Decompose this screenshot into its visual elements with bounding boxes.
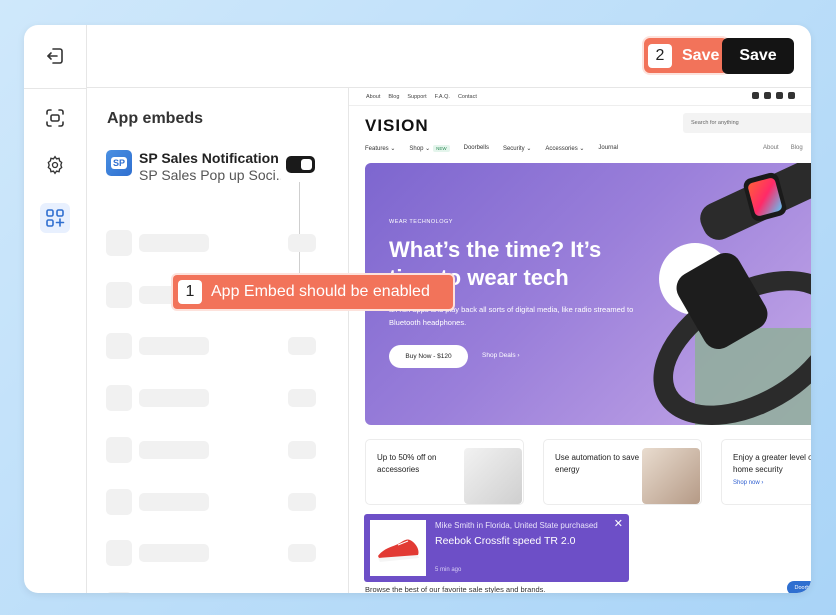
apps-icon[interactable] <box>40 203 70 233</box>
app-frame: 2 Save Save App embeds SP SP Sales Notif… <box>24 25 811 593</box>
nav-item-doorbells[interactable]: Doorbells <box>464 145 489 152</box>
nav-item-blog[interactable]: Blog <box>791 145 803 151</box>
store-nav-right: About Blog <box>763 145 803 151</box>
skeleton-row <box>106 437 316 463</box>
callout-connector <box>299 182 300 274</box>
rail-separator <box>24 88 87 89</box>
buy-now-button[interactable]: Buy Now - $120 <box>389 345 468 368</box>
util-link[interactable]: About <box>366 94 380 100</box>
app-embed-toggle[interactable] <box>286 156 315 173</box>
skeleton-row <box>106 540 316 566</box>
skeleton-row <box>106 592 316 593</box>
gear-icon[interactable] <box>40 150 70 180</box>
utility-links: About Blog Support F.A.Q. Contact <box>366 94 477 100</box>
util-link[interactable]: Blog <box>388 94 399 100</box>
callout-number: 2 <box>648 43 672 68</box>
select-icon[interactable] <box>40 103 70 133</box>
app-subtitle: SP Sales Pop up Soci... <box>139 167 281 183</box>
hero-kicker: WEAR TECHNOLOGY <box>389 219 453 225</box>
util-link[interactable]: Contact <box>458 94 477 100</box>
skeleton-row <box>106 333 316 359</box>
category-pill[interactable]: Doorb <box>787 581 811 593</box>
facebook-icon[interactable] <box>752 92 759 99</box>
exit-icon[interactable] <box>40 41 70 71</box>
nav-item-journal[interactable]: Journal <box>598 145 618 152</box>
shop-deals-link[interactable]: Shop Deals › <box>482 352 520 359</box>
left-rail <box>24 25 87 593</box>
card-text: Use automation to save energy <box>555 453 640 474</box>
utility-bar: About Blog Support F.A.Q. Contact <box>349 88 811 106</box>
util-link[interactable]: Support <box>407 94 426 100</box>
callout-label: Save <box>682 46 720 64</box>
store-search-input[interactable]: Search for anything <box>683 113 811 133</box>
speakers-image <box>464 448 522 504</box>
product-image <box>370 520 426 576</box>
instagram-icon[interactable] <box>776 92 783 99</box>
skeleton-row <box>106 230 316 256</box>
skeleton-row <box>106 489 316 515</box>
new-badge: NEW <box>433 145 450 152</box>
nav-item-shop[interactable]: Shop ⌄ NEW <box>409 145 450 152</box>
promo-card[interactable]: Up to 50% off on accessories <box>365 439 524 505</box>
app-logo-text: SP <box>110 157 127 169</box>
save-button[interactable]: Save <box>722 38 794 74</box>
toast-buyer-text: Mike Smith in Florida, United State purc… <box>435 521 598 530</box>
toggle-knob <box>301 159 312 170</box>
app-name: SP Sales Notification <box>139 150 279 166</box>
person-image <box>642 448 700 504</box>
promo-card[interactable]: Enjoy a greater level of home security S… <box>721 439 811 505</box>
tiktok-icon[interactable] <box>788 92 795 99</box>
nav-item-features[interactable]: Features ⌄ <box>365 145 395 152</box>
skeleton-row <box>106 385 316 411</box>
nav-item-about[interactable]: About <box>763 145 779 151</box>
store-nav: Features ⌄ Shop ⌄ NEW Doorbells Security … <box>365 145 618 152</box>
util-link[interactable]: F.A.Q. <box>435 94 450 100</box>
social-icons <box>752 92 795 99</box>
toast-product-name: Reebok Crossfit speed TR 2.0 <box>435 535 576 547</box>
shop-now-link[interactable]: Shop now › <box>733 480 763 486</box>
x-icon[interactable] <box>764 92 771 99</box>
store-preview: About Blog Support F.A.Q. Contact VISION… <box>349 88 811 593</box>
card-text: Enjoy a greater level of home security <box>733 453 811 474</box>
store-logo[interactable]: VISION <box>365 116 429 136</box>
app-logo: SP <box>106 150 132 176</box>
nav-item-accessories[interactable]: Accessories ⌄ <box>545 145 584 152</box>
top-bar: 2 Save Save <box>87 25 811 88</box>
nav-item-security[interactable]: Security ⌄ <box>503 145 531 152</box>
sales-notification-popup[interactable]: Mike Smith in Florida, United State purc… <box>364 514 629 582</box>
toast-time: 5 min ago <box>435 567 462 573</box>
browse-text: Browse the best of our favorite sale sty… <box>365 585 546 593</box>
callout-label: App Embed should be enabled <box>211 283 430 300</box>
promo-card[interactable]: Use automation to save energy <box>543 439 702 505</box>
app-embeds-panel: App embeds SP SP Sales Notification SP S… <box>87 88 349 593</box>
enable-embed-callout: 1 App Embed should be enabled <box>173 275 453 309</box>
panel-title: App embeds <box>107 110 204 127</box>
card-text: Up to 50% off on accessories <box>377 453 437 474</box>
close-icon[interactable]: ✕ <box>614 517 623 530</box>
save-callout: 2 Save <box>644 38 728 73</box>
callout-number: 1 <box>178 280 202 304</box>
